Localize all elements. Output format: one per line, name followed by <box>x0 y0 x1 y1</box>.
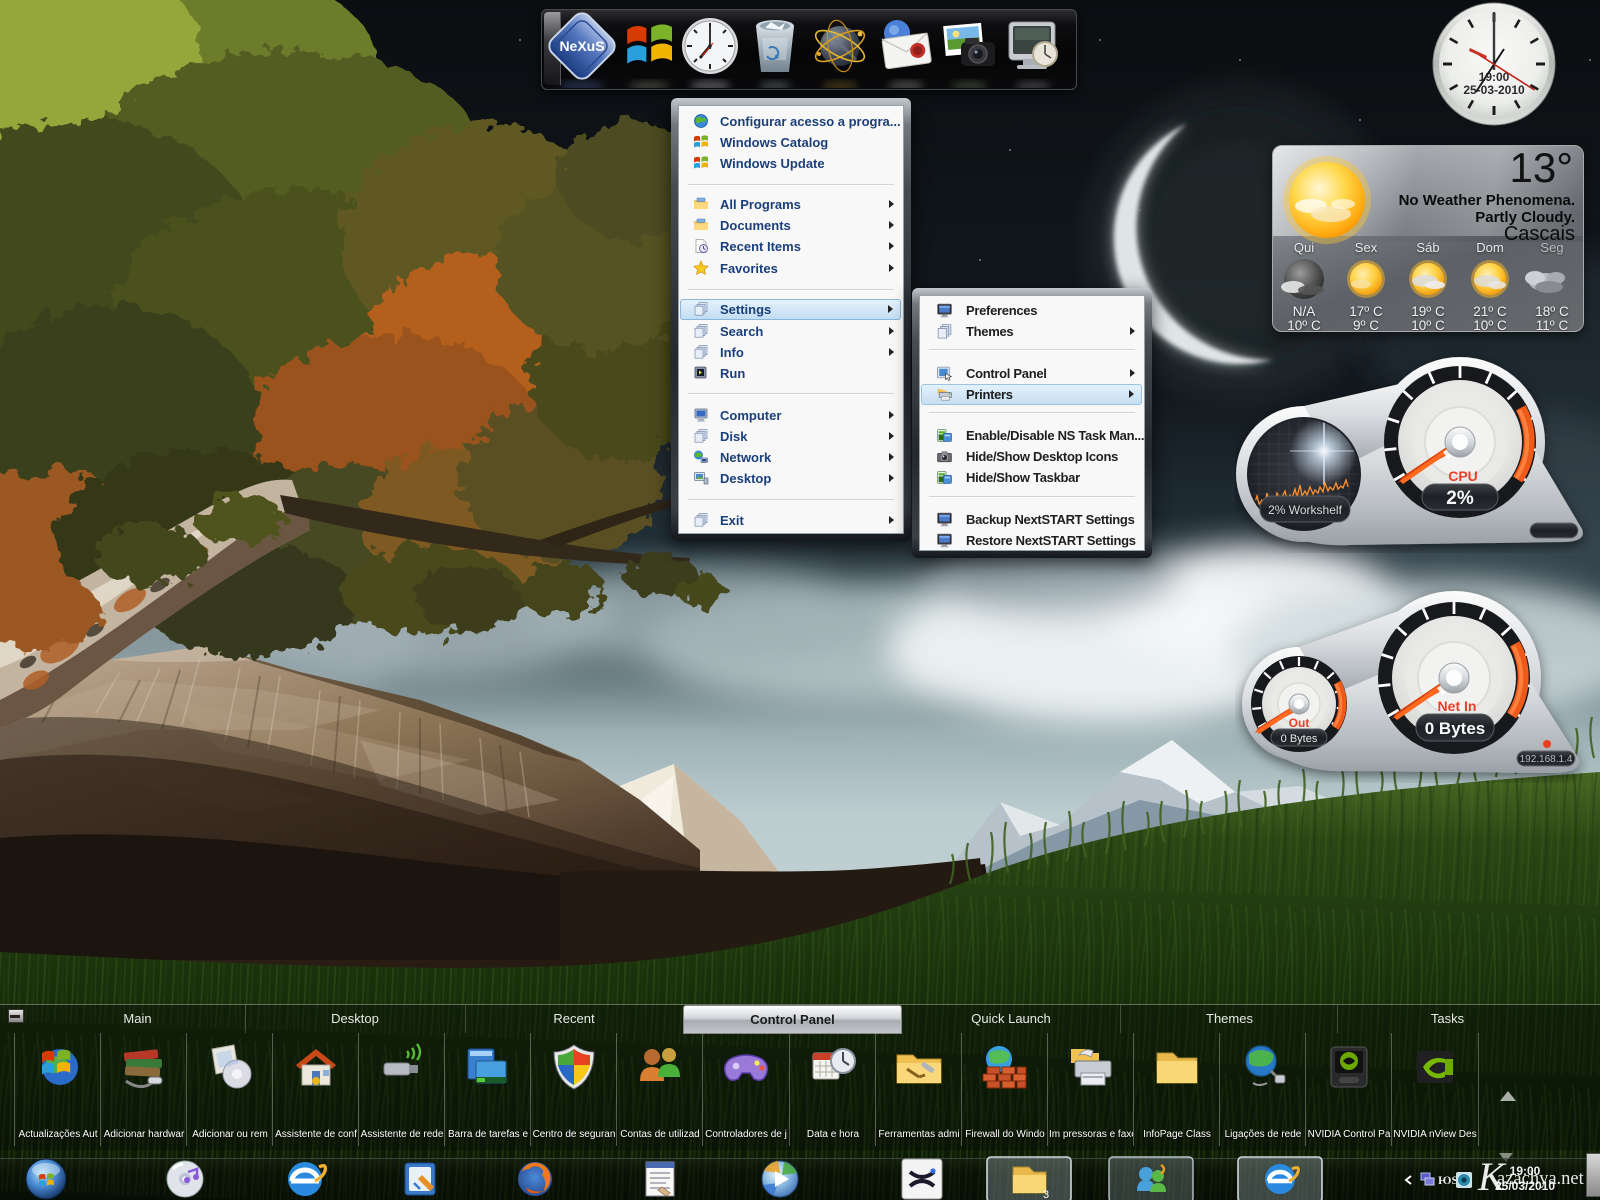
svg-text:25-03-2010: 25-03-2010 <box>1463 83 1525 97</box>
svg-text:ЮS: ЮS <box>1438 1173 1459 1187</box>
svg-text:CPU: CPU <box>1448 468 1478 484</box>
svg-text:2% Workshelf: 2% Workshelf <box>1268 503 1342 517</box>
svg-text:Net In: Net In <box>1438 698 1477 714</box>
svg-text:NeXuS: NeXuS <box>559 38 604 54</box>
svg-text:0 Bytes: 0 Bytes <box>1281 733 1318 745</box>
svg-text:0 Bytes: 0 Bytes <box>1425 719 1485 738</box>
svg-text:192.168.1.4: 192.168.1.4 <box>1520 754 1573 765</box>
svg-text:2%: 2% <box>1446 488 1474 509</box>
svg-text:3: 3 <box>1043 1189 1049 1200</box>
svg-text:Out: Out <box>1289 716 1310 730</box>
